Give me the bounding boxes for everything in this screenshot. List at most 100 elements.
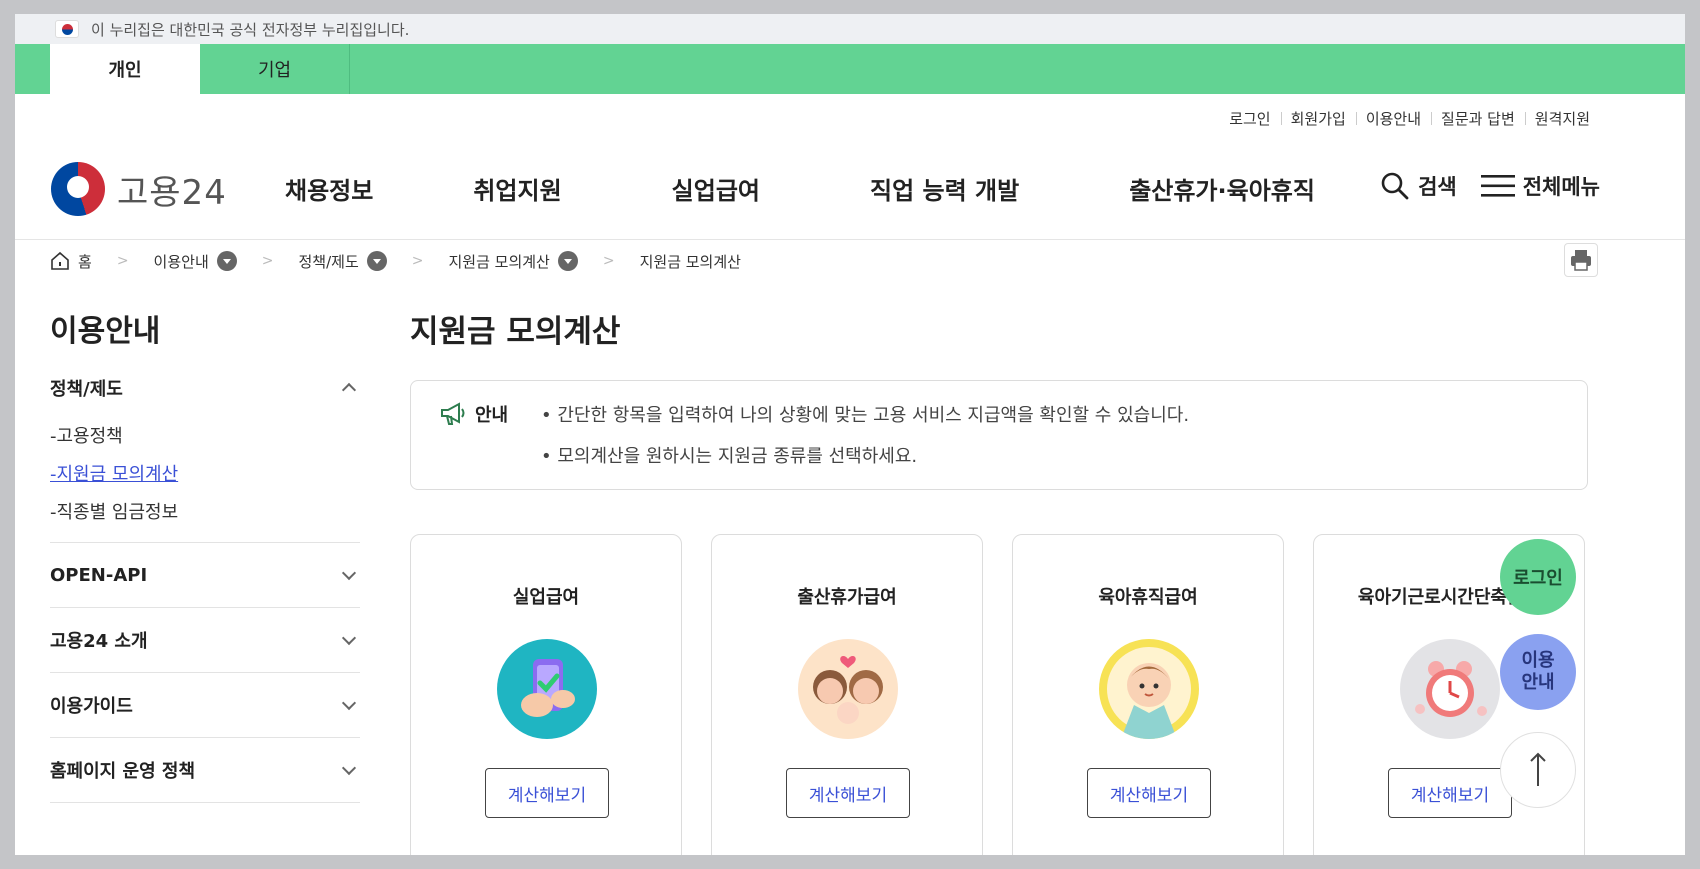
card-title: 실업급여	[512, 587, 580, 608]
site-logo[interactable]: 고용24	[51, 159, 227, 219]
sidebar-group-label: 이용가이드	[50, 696, 133, 717]
floating-guide-line1: 이용	[1521, 650, 1555, 671]
dropdown-circle-icon[interactable]	[557, 251, 578, 271]
breadcrumb-separator-icon: >	[261, 253, 274, 269]
sidebar-item-subsidy-simulator[interactable]: -지원금 모의계산	[50, 460, 360, 486]
logo-mark-icon	[51, 162, 105, 216]
chevron-down-icon	[341, 760, 357, 776]
phone-check-icon	[497, 639, 597, 739]
util-guide-link[interactable]: 이용안내	[1355, 108, 1431, 129]
floating-login-button[interactable]: 로그인	[1500, 539, 1576, 615]
breadcrumb-item-guide[interactable]: 이용안내	[154, 251, 237, 272]
calculate-button[interactable]: 계산해보기	[786, 768, 910, 818]
scroll-top-button[interactable]	[1500, 732, 1576, 808]
chevron-down-icon	[341, 695, 357, 711]
page-viewport: 이 누리집은 대한민국 공식 전자정부 누리집입니다. 개인 기업 로그인 회원…	[15, 14, 1685, 855]
notice-label-text: 안내	[475, 405, 509, 426]
sidebar-group-label: 정책/제도	[50, 379, 123, 400]
breadcrumb-current: 지원금 모의계산	[640, 251, 741, 272]
arrow-up-icon	[1530, 752, 1546, 786]
nav-employment-support[interactable]: 취업지원	[473, 171, 561, 206]
breadcrumb-home-label: 홈	[78, 252, 92, 271]
print-button[interactable]	[1564, 243, 1598, 277]
sidebar-group-user-guide[interactable]: 이용가이드	[50, 673, 360, 738]
gov-banner: 이 누리집은 대한민국 공식 전자정부 누리집입니다.	[15, 14, 1685, 44]
subsidy-cards: 실업급여 계산해보기 출산휴가급여 계산해보기 육아휴직급여 계산해보기 육아기…	[410, 534, 1585, 855]
search-button[interactable]: 검색	[1380, 171, 1457, 201]
search-icon	[1381, 172, 1409, 200]
calculate-button[interactable]: 계산해보기	[1087, 768, 1211, 818]
sidebar-title: 이용안내	[50, 314, 161, 349]
alarm-clock-icon	[1400, 639, 1500, 739]
user-type-bar: 개인 기업	[15, 44, 1685, 94]
gov-banner-text: 이 누리집은 대한민국 공식 전자정부 누리집입니다.	[91, 20, 410, 39]
chevron-down-icon	[341, 565, 357, 581]
sidebar-group-label: OPEN-API	[50, 564, 148, 586]
tab-personal[interactable]: 개인	[50, 44, 200, 94]
sidebar-group-policy: 정책/제도 -고용정책 -지원금 모의계산 -직종별 임금정보	[50, 366, 360, 543]
search-label: 검색	[1418, 175, 1457, 199]
util-remote-link[interactable]: 원격지원	[1524, 108, 1600, 129]
site-header: 고용24 채용정보 취업지원 실업급여 직업 능력 개발 출산휴가·육아휴직 검…	[15, 159, 1685, 234]
dropdown-circle-icon[interactable]	[366, 251, 387, 271]
sidebar: 정책/제도 -고용정책 -지원금 모의계산 -직종별 임금정보 OPEN-API…	[50, 366, 360, 803]
floating-guide-button[interactable]: 이용 안내	[1500, 634, 1576, 710]
home-icon	[51, 251, 69, 270]
tab-business[interactable]: 기업	[200, 44, 350, 94]
all-menu-label: 전체메뉴	[1522, 175, 1600, 199]
nav-jobs[interactable]: 채용정보	[285, 171, 373, 206]
card-unemployment-benefit: 실업급여 계산해보기	[410, 534, 682, 855]
hamburger-icon	[1480, 175, 1515, 197]
chevron-down-icon	[341, 630, 357, 646]
util-signup-link[interactable]: 회원가입	[1280, 108, 1356, 129]
card-maternity-benefit: 출산휴가급여 계산해보기	[711, 534, 983, 855]
breadcrumb-separator-icon: >	[411, 253, 424, 269]
sidebar-group-site-policy[interactable]: 홈페이지 운영 정책	[50, 738, 360, 803]
notice-label: 안내	[439, 401, 508, 427]
breadcrumb-label: 정책/제도	[298, 252, 359, 271]
sidebar-group-label: 고용24 소개	[50, 631, 148, 652]
all-menu-button[interactable]: 전체메뉴	[1480, 171, 1600, 201]
nav-unemployment-benefit[interactable]: 실업급여	[672, 171, 760, 206]
header-tools: 검색 전체메뉴	[1356, 171, 1600, 201]
logo-text: 고용24	[117, 172, 227, 213]
parents-baby-icon	[798, 639, 898, 739]
breadcrumb: 홈 > 이용안내 > 정책/제도 > 지원금 모의계산 > 지원금 모의계산	[50, 246, 741, 276]
chevron-up-icon	[341, 382, 357, 398]
calculate-button[interactable]: 계산해보기	[485, 768, 609, 818]
breadcrumb-label: 이용안내	[153, 252, 209, 271]
utility-links: 로그인 회원가입 이용안내 질문과 답변 원격지원	[1219, 108, 1600, 129]
sidebar-item-wage-info[interactable]: -직종별 임금정보	[50, 498, 360, 524]
sidebar-item-employment-policy[interactable]: -고용정책	[50, 422, 360, 448]
util-login-link[interactable]: 로그인	[1219, 108, 1280, 129]
breadcrumb-separator-icon: >	[116, 253, 129, 269]
notice-box: 안내 • 간단한 항목을 입력하여 나의 상황에 맞는 고용 서비스 지급액을 …	[410, 380, 1588, 490]
util-qna-link[interactable]: 질문과 답변	[1431, 108, 1525, 129]
breadcrumb-home[interactable]: 홈	[50, 251, 92, 272]
korea-flag-icon	[55, 20, 79, 38]
breadcrumb-label: 지원금 모의계산	[448, 252, 550, 271]
dropdown-circle-icon[interactable]	[216, 251, 237, 271]
sidebar-group-header[interactable]: 정책/제도	[50, 366, 360, 410]
nav-skill-development[interactable]: 직업 능력 개발	[870, 171, 1019, 206]
global-nav: 채용정보 취업지원 실업급여 직업 능력 개발 출산휴가·육아휴직	[285, 171, 1415, 206]
baby-icon	[1099, 639, 1199, 739]
sidebar-group-label: 홈페이지 운영 정책	[50, 761, 196, 782]
breadcrumb-item-policy[interactable]: 정책/제도	[298, 251, 387, 272]
notice-line: • 간단한 항목을 입력하여 나의 상황에 맞는 고용 서비스 지급액을 확인할…	[541, 405, 1190, 426]
notice-line: • 모의계산을 원하시는 지원금 종류를 선택하세요.	[541, 446, 918, 467]
header-divider	[15, 239, 1685, 240]
page-title: 지원금 모의계산	[410, 314, 621, 350]
printer-icon	[1571, 250, 1591, 271]
notice-lines: • 간단한 항목을 입력하여 나의 상황에 맞는 고용 서비스 지급액을 확인할…	[541, 401, 1189, 483]
megaphone-icon	[441, 402, 465, 425]
sidebar-group-about[interactable]: 고용24 소개	[50, 608, 360, 673]
nav-parental-leave[interactable]: 출산휴가·육아휴직	[1129, 171, 1315, 206]
breadcrumb-item-simulator[interactable]: 지원금 모의계산	[448, 251, 578, 272]
breadcrumb-current-label: 지원금 모의계산	[639, 252, 741, 271]
calculate-button[interactable]: 계산해보기	[1388, 768, 1512, 818]
card-title: 육아휴직급여	[1098, 587, 1198, 608]
card-parental-leave-benefit: 육아휴직급여 계산해보기	[1012, 534, 1284, 855]
floating-guide-line2: 안내	[1521, 672, 1555, 693]
sidebar-group-open-api[interactable]: OPEN-API	[50, 543, 360, 608]
